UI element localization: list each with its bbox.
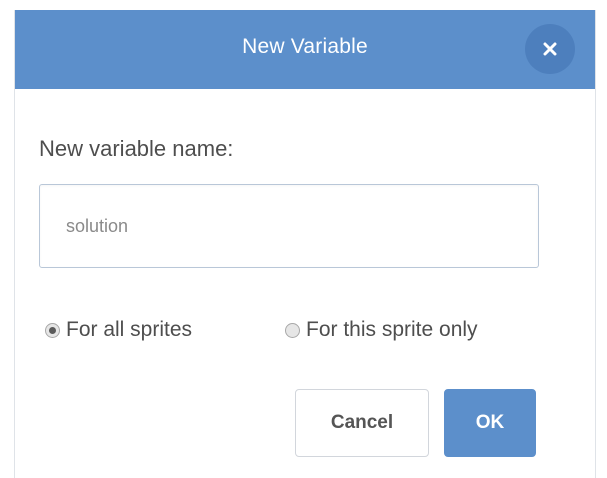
radio-label: For all sprites [66,318,193,341]
radio-unchecked-icon[interactable] [285,322,300,338]
radio-label: For this sprite only [306,318,478,341]
radio-for-all-sprites[interactable]: For all sprites [45,312,192,348]
radio-checked-icon[interactable] [45,322,60,338]
new-variable-dialog: New Variable New variable name: For all … [14,10,596,478]
ok-button[interactable]: OK [444,389,536,457]
cancel-button[interactable]: Cancel [295,389,429,457]
scope-radio-group: For all sprites For this sprite only [45,312,565,348]
radio-for-this-sprite-only[interactable]: For this sprite only [285,312,478,348]
close-button[interactable] [525,24,575,74]
variable-name-input[interactable] [40,185,538,267]
variable-name-field [39,184,539,268]
dialog-header: New Variable [15,10,595,89]
variable-name-label: New variable name: [39,136,234,161]
close-icon [543,42,557,56]
dialog-title: New Variable [242,35,368,58]
